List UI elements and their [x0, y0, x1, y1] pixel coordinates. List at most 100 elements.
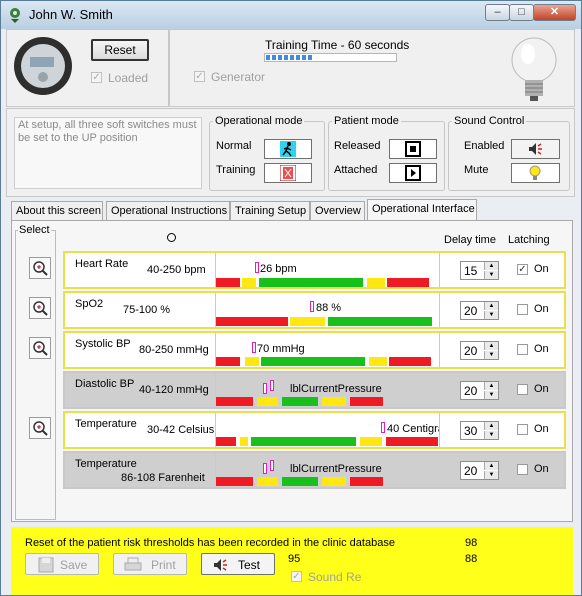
- attached-button[interactable]: [389, 163, 437, 183]
- normal-label: Normal: [216, 140, 252, 152]
- spin-down-icon[interactable]: ▼: [484, 471, 498, 479]
- minimize-icon[interactable]: ‒: [485, 4, 510, 21]
- zoom-button-heart-rate[interactable]: [29, 257, 51, 279]
- floppy-icon: [38, 557, 54, 573]
- delay-spinner-systolic[interactable]: 20 ▲ ▼: [460, 341, 499, 360]
- tab-operational-interface[interactable]: Operational Interface: [367, 199, 477, 221]
- range-bar-green: [328, 317, 432, 326]
- device-icon: [14, 37, 72, 95]
- maximize-icon[interactable]: □: [509, 4, 534, 21]
- range-bar-yellow: [257, 477, 278, 486]
- tab-about[interactable]: About this screen: [11, 201, 103, 220]
- spin-down-icon[interactable]: ▼: [484, 271, 498, 279]
- zoom-icon: [33, 301, 48, 316]
- training-progress-bar: [264, 53, 397, 62]
- sound-enabled-button[interactable]: [511, 139, 560, 159]
- spin-down-icon[interactable]: ▼: [484, 311, 498, 319]
- delay-spinner-diastolic[interactable]: 20 ▲ ▼: [460, 381, 499, 400]
- latching-checkbox-temperature-f[interactable]: [517, 464, 528, 475]
- spin-up-icon[interactable]: ▲: [484, 262, 498, 270]
- value-marker: [270, 380, 274, 391]
- delay-value: 20: [464, 384, 478, 398]
- param-range: 30-42 Celsius: [147, 424, 215, 436]
- param-name: Temperature: [75, 458, 137, 470]
- tab-operational-instructions[interactable]: Operational Instructions: [106, 201, 230, 220]
- range-bar-yellow: [322, 477, 346, 486]
- zoom-icon: [33, 261, 48, 276]
- zoom-button-temperature[interactable]: [29, 417, 51, 439]
- print-button[interactable]: Print: [113, 553, 187, 575]
- param-value: lblCurrentPressure: [290, 463, 382, 475]
- sound-checkbox[interactable]: ✓: [291, 571, 302, 582]
- test-label: Test: [238, 558, 261, 572]
- latching-checkbox-diastolic[interactable]: [517, 384, 528, 395]
- value-marker: [310, 301, 314, 312]
- top-mid-panel: ✓ Generator Training Time - 60 seconds: [169, 29, 575, 107]
- loaded-label: Loaded: [108, 71, 149, 85]
- param-value: 88 %: [316, 302, 342, 314]
- zoom-button-systolic[interactable]: [29, 337, 51, 359]
- save-button[interactable]: Save: [25, 553, 99, 575]
- divider: [439, 253, 440, 287]
- range-bar-yellow: [360, 437, 382, 446]
- title-bar: John W. Smith ‒ □ ✕: [1, 1, 581, 29]
- delay-spinner-heart-rate[interactable]: 15 ▲ ▼: [460, 261, 499, 280]
- range-bar-green: [282, 397, 318, 406]
- tab-overview[interactable]: Overview: [310, 201, 365, 220]
- released-label: Released: [334, 140, 381, 152]
- setup-note: At setup, all three soft switches must b…: [14, 117, 202, 189]
- param-range: 40-250 bpm: [147, 264, 206, 276]
- spin-down-icon[interactable]: ▼: [484, 431, 498, 439]
- save-label: Save: [60, 558, 88, 572]
- spin-up-icon[interactable]: ▲: [484, 382, 498, 390]
- range-bar-red: [389, 357, 431, 366]
- delay-value: 15: [464, 264, 478, 278]
- latching-on-label: On: [534, 343, 549, 355]
- range-bar-green: [259, 278, 363, 287]
- training-mode-button[interactable]: [264, 163, 312, 183]
- spin-down-icon[interactable]: ▼: [484, 391, 498, 399]
- range-bar-red: [216, 317, 288, 326]
- zoom-button-spo2[interactable]: [29, 297, 51, 319]
- runner-icon: [280, 141, 296, 157]
- mute-button[interactable]: [511, 163, 560, 183]
- range-bar-red: [216, 278, 240, 287]
- divider: [439, 333, 440, 367]
- released-button[interactable]: [389, 139, 437, 159]
- latching-on-label: On: [534, 383, 549, 395]
- divider: [439, 293, 440, 327]
- spin-up-icon[interactable]: ▲: [484, 302, 498, 310]
- spin-up-icon[interactable]: ▲: [484, 342, 498, 350]
- attached-label: Attached: [334, 164, 378, 176]
- spin-up-icon[interactable]: ▲: [484, 422, 498, 430]
- param-name: Heart Rate: [75, 258, 129, 270]
- close-icon[interactable]: ✕: [533, 4, 576, 21]
- speaker-icon: [529, 143, 542, 155]
- latching-on-label: On: [534, 463, 549, 475]
- range-bar-yellow: [290, 317, 325, 326]
- mute-label: Mute: [464, 164, 489, 176]
- range-bar-green: [261, 357, 365, 366]
- training-time-label: Training Time - 60 seconds: [265, 38, 410, 52]
- status-number-2: 95: [288, 553, 301, 565]
- test-button[interactable]: Test: [201, 553, 275, 575]
- latching-checkbox-systolic[interactable]: [517, 344, 528, 355]
- param-name: Temperature: [75, 418, 137, 430]
- latching-on-label: On: [534, 303, 549, 315]
- latching-checkbox-temperature-c[interactable]: [517, 424, 528, 435]
- generator-checkbox[interactable]: ✓: [194, 71, 205, 82]
- spin-down-icon[interactable]: ▼: [484, 351, 498, 359]
- param-value: lblCurrentPressure: [290, 383, 382, 395]
- delay-spinner-temperature-f[interactable]: 20 ▲ ▼: [460, 461, 499, 480]
- latching-checkbox-heart-rate[interactable]: ✓: [517, 264, 528, 275]
- delay-spinner-temperature-c[interactable]: 30 ▲ ▼: [460, 421, 499, 440]
- reset-button[interactable]: Reset: [91, 39, 149, 61]
- latching-checkbox-spo2[interactable]: [517, 304, 528, 315]
- spin-up-icon[interactable]: ▲: [484, 462, 498, 470]
- normal-mode-button[interactable]: [264, 139, 312, 159]
- app-icon: [10, 8, 20, 23]
- zoom-icon: [33, 421, 48, 436]
- tab-training-setup[interactable]: Training Setup: [230, 201, 310, 220]
- loaded-checkbox[interactable]: ✓: [91, 72, 102, 83]
- delay-spinner-spo2[interactable]: 20 ▲ ▼: [460, 301, 499, 320]
